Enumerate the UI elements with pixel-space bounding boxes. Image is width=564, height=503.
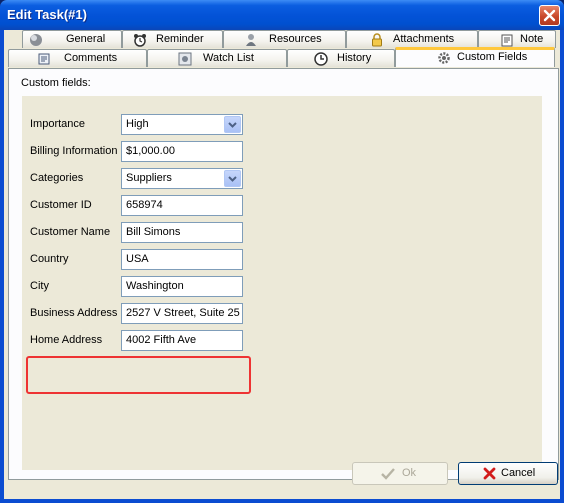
tab-attachments[interactable]: Attachments [346,30,478,48]
field-label-importance: Importance [30,118,86,130]
tab-label: Resources [269,33,322,45]
business-address-input[interactable]: 2527 V Street, Suite 25 [121,303,243,324]
categories-dropdown-button[interactable] [224,170,241,187]
country-input[interactable]: USA [121,249,243,270]
close-button[interactable] [539,5,560,26]
window-title: Edit Task(#1) [7,7,87,22]
ok-button[interactable]: Ok [352,462,448,485]
chevron-down-icon [228,176,237,182]
tab-general[interactable]: General [22,30,122,48]
watch-list-icon [178,52,192,66]
ok-label: Ok [402,467,417,479]
billing-information-input[interactable]: $1,000.00 [121,141,243,162]
field-label-categories: Categories [30,172,84,184]
tab-comments[interactable]: Comments [8,49,147,67]
field-label-customer-name: Customer Name [30,226,111,238]
categories-value: Suppliers [126,172,172,184]
close-icon [543,9,556,22]
note-icon [501,34,513,47]
tab-label: History [337,52,372,64]
section-label: Custom fields: [21,77,91,89]
tab-label: Reminder [156,33,204,45]
tab-note[interactable]: Note [478,30,556,48]
tab-label: Attachments [393,33,455,45]
tab-label: Comments [64,52,118,64]
window-frame: General Reminder Resources Attachments N… [0,30,564,503]
cancel-x-icon [483,467,496,480]
cancel-label: Cancel [501,467,536,479]
dialog-client: General Reminder Resources Attachments N… [4,30,560,499]
importance-select[interactable]: High [121,114,243,135]
city-input[interactable]: Washington [121,276,243,297]
categories-select[interactable]: Suppliers [121,168,243,189]
tab-resources[interactable]: Resources [223,30,346,48]
alarm-clock-icon [134,34,146,47]
chevron-down-icon [228,122,237,128]
cancel-button[interactable]: Cancel [458,462,558,485]
tab-label: Watch List [203,52,254,64]
padlock-icon [372,33,382,47]
tab-custom-fields[interactable]: Custom Fields [395,47,555,67]
field-label-home-address: Home Address [30,334,103,346]
person-icon [246,34,256,46]
field-label-country: Country [30,253,69,265]
field-label-business-address: Business Address [30,307,118,319]
sphere-icon [30,34,42,46]
importance-value: High [126,118,149,130]
checkmark-icon [381,468,395,480]
home-address-input[interactable]: 4002 Fifth Ave [121,330,243,351]
comments-icon [38,53,50,65]
customer-id-input[interactable]: 658974 [121,195,243,216]
tab-label: Custom Fields [457,51,528,63]
highlight-box [26,356,251,394]
tab-reminder[interactable]: Reminder [122,30,223,48]
history-icon [314,52,328,66]
field-label-billing: Billing Information [30,145,118,157]
importance-dropdown-button[interactable] [224,116,241,133]
field-label-customer-id: Customer ID [30,199,92,211]
tab-label: Note [520,33,544,45]
gear-icon [438,52,450,64]
title-bar[interactable]: Edit Task(#1) [0,0,564,30]
tab-history[interactable]: History [287,49,395,67]
customer-name-input[interactable]: Bill Simons [121,222,243,243]
field-label-city: City [30,280,49,292]
tab-watch-list[interactable]: Watch List [147,49,287,67]
tab-label: General [66,33,106,45]
edit-task-window: Edit Task(#1) General Reminder Resources… [0,0,564,503]
